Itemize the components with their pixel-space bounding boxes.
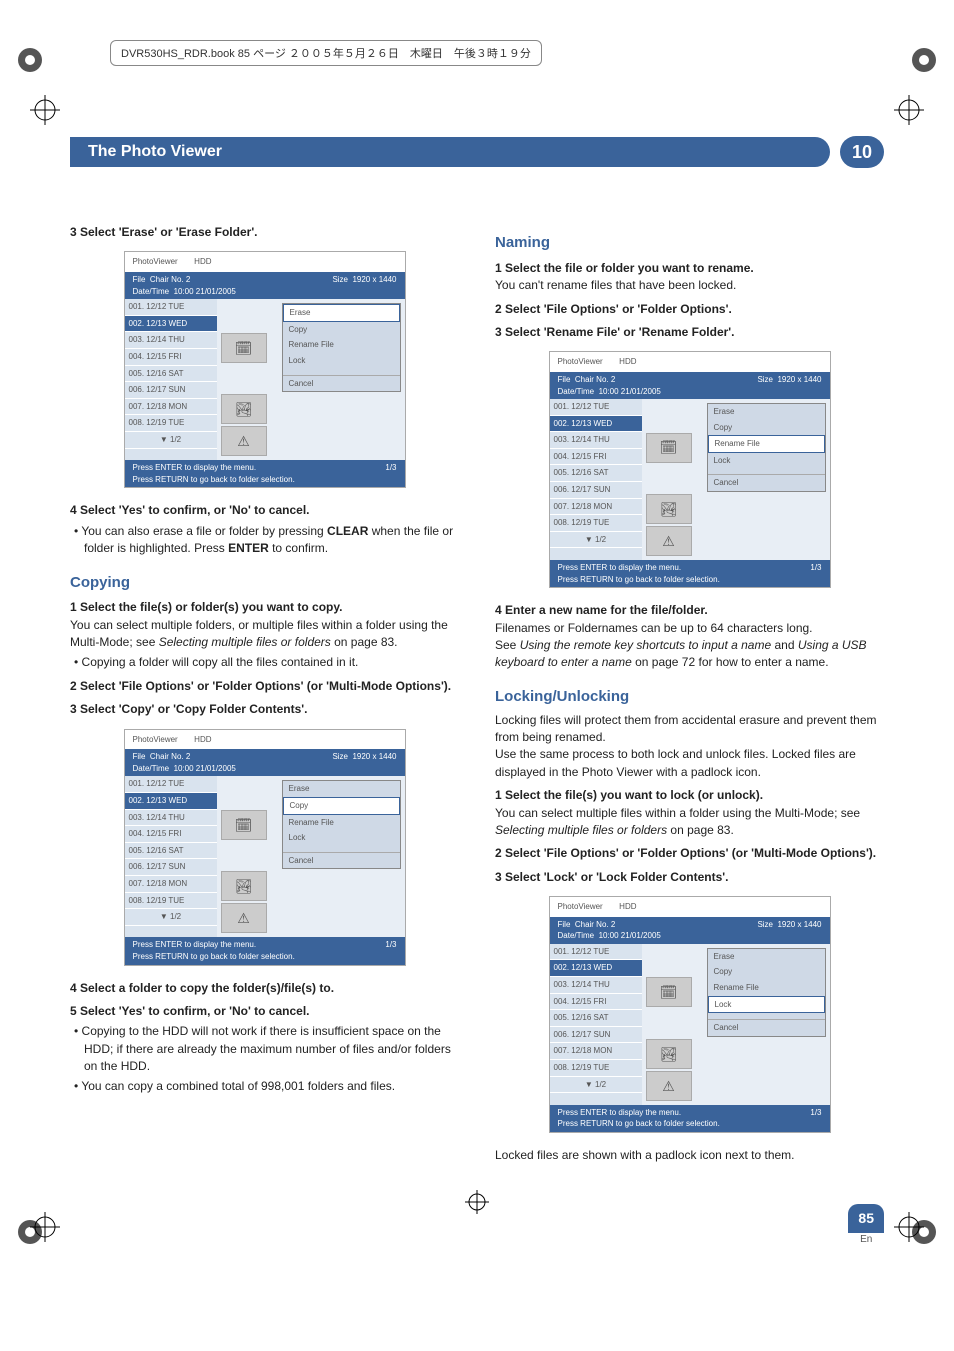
name-step-4: 4 Enter a new name for the file/folder. [495,602,884,619]
thumbnail-icon: 🏞 [221,871,267,901]
lock-step-2: 2 Select 'File Options' or 'Folder Optio… [495,845,884,862]
photoviewer-erase-screenshot: PhotoViewer HDD File Chair No. 2Date/Tim… [124,251,406,488]
context-menu: Erase Copy Rename File Lock Cancel [282,780,401,869]
copy-bullet-2: Copying to the HDD will not work if ther… [84,1023,459,1075]
context-menu: Erase Copy Rename File Lock Cancel [282,303,401,392]
copying-heading: Copying [70,572,459,594]
thumbnail-icon: 🗓 [221,810,267,840]
thumbnail-icon: ⚠ [221,426,267,456]
step-4-confirm: 4 Select 'Yes' to confirm, or 'No' to ca… [70,502,459,519]
naming-heading: Naming [495,232,884,254]
right-column: Naming 1 Select the file or folder you w… [495,218,884,1247]
binder-hole-icon [10,40,50,80]
book-header: DVR530HS_RDR.book 85 ページ ２００５年５月２６日 木曜日 … [110,40,542,66]
thumbnail-icon: 🏞 [646,494,692,524]
page-number: 85 [848,1204,884,1232]
copy-step-5: 5 Select 'Yes' to confirm, or 'No' to ca… [70,1003,459,1020]
list-item: 007. 12/18 MON [125,399,217,416]
menu-erase: Erase [283,304,400,322]
locking-heading: Locking/Unlocking [495,686,884,708]
crop-mark-icon [465,1190,489,1219]
folder-list: 001. 12/12 TUE 002. 12/13 WED 003. 12/14… [125,299,217,460]
copy-step-1-text: You can select multiple folders, or mult… [70,617,459,652]
thumbnail-icon: ⚠ [221,903,267,933]
crop-mark-icon [894,1212,924,1242]
name-step-1-text: You can't rename files that have been lo… [495,277,884,294]
lock-step-1: 1 Select the file(s) you want to lock (o… [495,787,884,804]
name-step-4-ref: See Using the remote key shortcuts to in… [495,637,884,672]
page-number-badge: 85 En [848,1204,884,1247]
lock-step-3: 3 Select 'Lock' or 'Lock Folder Contents… [495,869,884,886]
copy-step-4: 4 Select a folder to copy the folder(s)/… [70,980,459,997]
list-item: 008. 12/19 TUE [125,415,217,432]
menu-cancel: Cancel [283,375,400,392]
menu-copy: Copy [283,322,400,338]
name-step-1: 1 Select the file or folder you want to … [495,260,884,277]
lock-text-1: Locking files will protect them from acc… [495,712,884,747]
thumbnail-icon: 🗓 [646,433,692,463]
lock-footer-text: Locked files are shown with a padlock ic… [495,1147,884,1164]
thumbnail-icon: 🏞 [221,394,267,424]
photoviewer-label: PhotoViewer [133,256,178,268]
context-menu: Erase Copy Rename File Lock Cancel [707,948,826,1037]
copy-step-1: 1 Select the file(s) or folder(s) you wa… [70,599,459,616]
copy-step-2: 2 Select 'File Options' or 'Folder Optio… [70,678,459,695]
photoviewer-lock-screenshot: PhotoViewer HDD File Chair No. 2Date/Tim… [549,896,831,1133]
crop-mark-icon [894,95,924,125]
context-menu: Erase Copy Rename File Lock Cancel [707,403,826,492]
photoviewer-rename-screenshot: PhotoViewer HDD File Chair No. 2Date/Tim… [549,351,831,588]
list-item: 005. 12/16 SAT [125,366,217,383]
copy-bullet-1: Copying a folder will copy all the files… [84,654,459,671]
list-item: 002. 12/13 WED [125,316,217,333]
step-3-erase: 3 Select 'Erase' or 'Erase Folder'. [70,224,459,241]
lock-text-2: Use the same process to both lock and un… [495,746,884,781]
name-step-2: 2 Select 'File Options' or 'Folder Optio… [495,301,884,318]
list-item: 004. 12/15 FRI [125,349,217,366]
thumbnail-icon: 🏞 [646,1039,692,1069]
thumbnail-icon: ⚠ [646,1071,692,1101]
bullet-clear: You can also erase a file or folder by p… [84,523,459,558]
thumbnail-icon: 🗓 [221,333,267,363]
list-item: 003. 12/14 THU [125,332,217,349]
list-item: 006. 12/17 SUN [125,382,217,399]
name-step-4-text: Filenames or Foldernames can be up to 64… [495,620,884,637]
copy-step-3: 3 Select 'Copy' or 'Copy Folder Contents… [70,701,459,718]
page-title: The Photo Viewer [70,137,830,167]
crop-mark-icon [30,95,60,125]
list-item: 001. 12/12 TUE [125,299,217,316]
menu-lock: Lock [283,353,400,369]
copy-bullet-3: You can copy a combined total of 998,001… [84,1078,459,1095]
hdd-label: HDD [194,256,211,268]
book-info-text: DVR530HS_RDR.book 85 ページ ２００５年５月２６日 木曜日 … [121,48,531,60]
menu-rename: Rename File [283,337,400,353]
left-column: 3 Select 'Erase' or 'Erase Folder'. Phot… [70,218,459,1247]
chapter-number: 10 [840,136,884,168]
thumbnail-icon: ⚠ [646,526,692,556]
page-lang: En [848,1233,884,1248]
lock-step-1-text: You can select multiple files within a f… [495,805,884,840]
binder-hole-icon [904,40,944,80]
name-step-3: 3 Select 'Rename File' or 'Rename Folder… [495,324,884,341]
photoviewer-copy-screenshot: PhotoViewer HDD File Chair No. 2Date/Tim… [124,729,406,966]
crop-mark-icon [30,1212,60,1242]
thumbnail-icon: 🗓 [646,977,692,1007]
